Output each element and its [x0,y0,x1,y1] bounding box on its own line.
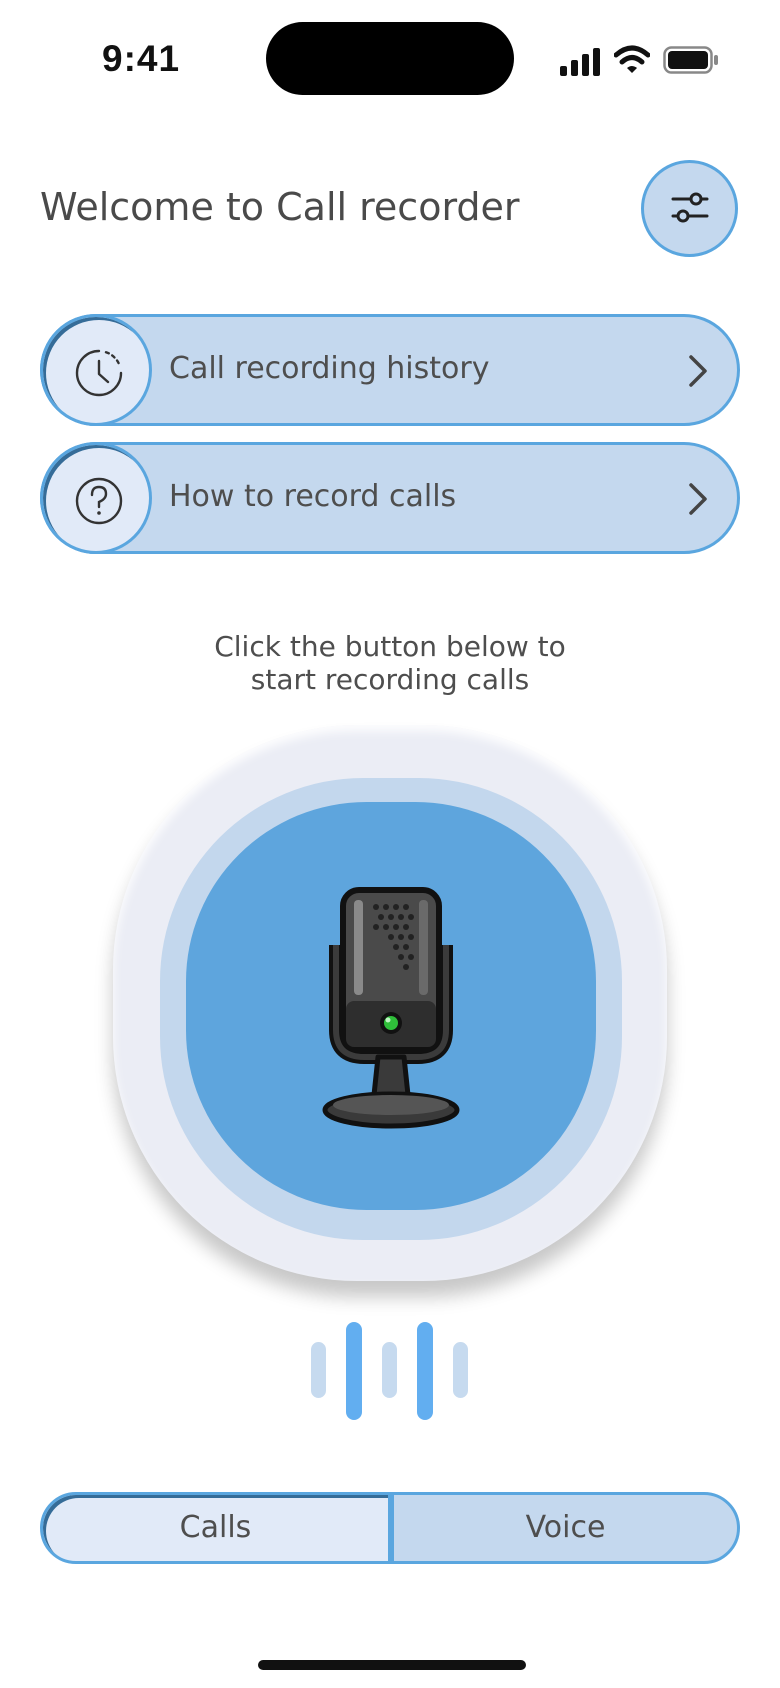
sliders-icon [671,192,709,223]
instruction-text: Click the button below to start recordin… [0,630,780,696]
question-icon-circle [40,442,152,554]
mode-switch: Calls Voice [40,1492,740,1564]
screen: 9:41 Welcome to Call recorder Call recor… [0,0,780,1688]
wave-bar [417,1322,433,1420]
home-indicator[interactable] [258,1660,526,1670]
settings-button[interactable] [641,160,738,257]
how-to-record-row[interactable]: How to record calls [40,442,740,554]
page-title: Welcome to Call recorder [40,185,520,229]
battery-icon [663,46,718,74]
wave-bar [382,1342,397,1398]
wifi-icon [614,45,650,73]
voice-tab[interactable]: Voice [391,1492,740,1564]
calls-tab[interactable]: Calls [40,1492,391,1564]
how-to-record-label: How to record calls [169,479,457,514]
wave-bar [346,1322,362,1420]
instruction-line-1: Click the button below to [214,630,566,663]
chevron-right-icon [689,355,707,387]
signal-icon [560,48,600,76]
call-history-label: Call recording history [169,351,490,386]
microphone-icon [322,887,460,1129]
instruction-line-2: start recording calls [250,663,530,696]
wave-bar [311,1342,326,1398]
call-history-row[interactable]: Call recording history [40,314,740,426]
history-icon-circle [40,314,152,426]
status-time: 9:41 [102,38,181,79]
status-bar: 9:41 [0,0,780,120]
history-icon [75,349,123,397]
audio-wave-indicator [0,1322,780,1420]
wave-bar [453,1342,468,1398]
dynamic-island [266,22,514,95]
question-icon [75,477,123,525]
chevron-right-icon [689,483,707,515]
